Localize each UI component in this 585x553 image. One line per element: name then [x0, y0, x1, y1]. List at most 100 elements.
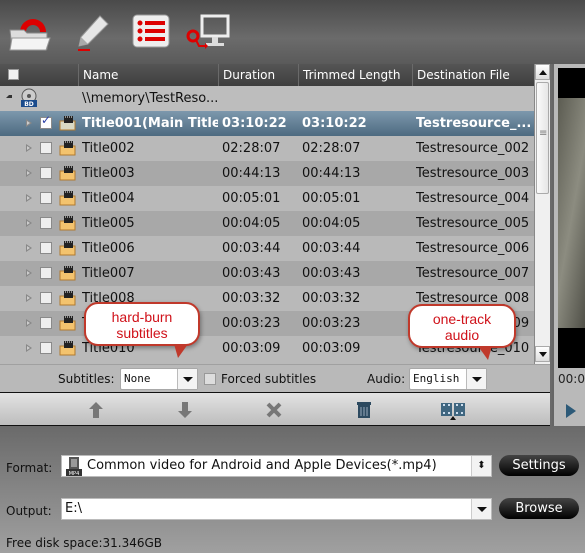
column-trimmed-length[interactable]: Trimmed Length [298, 64, 412, 86]
audio-select[interactable]: English [409, 368, 487, 390]
title-destination: Testresource_006 [416, 241, 530, 256]
screen-record-button[interactable] [184, 10, 230, 56]
expand-icon[interactable] [26, 119, 32, 127]
scroll-down-button[interactable] [535, 346, 550, 362]
chevron-down-icon[interactable] [466, 369, 486, 389]
subtitles-select[interactable]: None [120, 368, 198, 390]
play-icon[interactable] [566, 404, 576, 418]
table-row[interactable]: Title007 00:03:43 00:03:43 Testresource_007 [0, 261, 534, 286]
title-trimmed-length: 00:03:32 [302, 291, 361, 306]
title-trimmed-length: 00:05:01 [302, 191, 361, 206]
column-destination-file[interactable]: Destination File [412, 64, 534, 86]
row-checkbox[interactable] [40, 267, 52, 279]
film-folder-icon [59, 266, 76, 281]
title-duration: 00:03:44 [222, 241, 281, 256]
title-name: Title007 [82, 266, 135, 281]
list-scrollbar[interactable]: ≡ [534, 64, 550, 364]
svg-text:MP4: MP4 [69, 471, 80, 476]
row-checkbox[interactable] [40, 342, 52, 354]
title-trimmed-length: 00:03:43 [302, 266, 361, 281]
output-settings: Format: MP4 Common video for Android and… [0, 426, 585, 553]
forced-subtitles-label: Forced subtitles [221, 372, 317, 386]
title-trimmed-length: 03:10:22 [302, 116, 367, 131]
subtitles-value: None [124, 372, 151, 385]
row-checkbox[interactable] [40, 217, 52, 229]
expand-icon[interactable] [26, 294, 32, 302]
title-name: Title002 [82, 141, 135, 156]
output-label: Output: [6, 504, 52, 518]
chevron-down-icon[interactable] [471, 499, 491, 519]
column-duration[interactable]: Duration [218, 64, 298, 86]
trash-icon [357, 402, 371, 418]
open-folder-disc-icon [9, 19, 51, 51]
table-row[interactable]: Title006 00:03:44 00:03:44 Testresource_006 [0, 236, 534, 261]
remove-button[interactable] [264, 401, 284, 419]
title-trimmed-length: 00:03:23 [302, 316, 361, 331]
title-trimmed-length: 00:03:09 [302, 341, 361, 356]
row-checkbox[interactable] [40, 167, 52, 179]
film-folder-icon [59, 241, 76, 256]
row-checkbox[interactable] [40, 142, 52, 154]
delete-button[interactable] [354, 401, 374, 419]
monitor-icon [186, 14, 230, 49]
collapse-icon[interactable] [6, 95, 12, 98]
expand-icon[interactable] [26, 194, 32, 202]
chevron-down-icon[interactable] [177, 369, 197, 389]
spinner-icon[interactable]: ⬍ [471, 456, 491, 476]
disc-path: \\memory\TestReso... [82, 91, 219, 106]
title-destination: Testresource_005 [416, 216, 530, 231]
row-checkbox[interactable] [40, 242, 52, 254]
callout-text: one-track audio [432, 311, 492, 343]
select-all-checkbox[interactable] [8, 69, 19, 80]
expand-icon[interactable] [26, 219, 32, 227]
list-header: Name Duration Trimmed Length Destination… [0, 64, 534, 86]
row-checkbox[interactable] [40, 192, 52, 204]
track-options: Subtitles: None Forced subtitles Audio: … [0, 364, 550, 392]
column-name[interactable]: Name [78, 64, 218, 86]
callout-one-track-audio: one-track audio [408, 304, 516, 360]
format-value: Common video for Android and Apple Devic… [87, 458, 437, 473]
scroll-thumb[interactable]: ≡ [536, 82, 549, 194]
move-up-button[interactable] [86, 401, 106, 419]
table-row[interactable]: Title005 00:04:05 00:04:05 Testresource_005 [0, 211, 534, 236]
table-row[interactable]: Title004 00:05:01 00:05:01 Testresource_004 [0, 186, 534, 211]
expand-icon[interactable] [26, 169, 32, 177]
row-checkbox[interactable] [40, 292, 52, 304]
forced-subtitles-checkbox[interactable] [204, 373, 216, 385]
title-duration: 02:28:07 [222, 141, 281, 156]
task-list-button[interactable] [128, 10, 174, 56]
expand-icon[interactable] [26, 269, 32, 277]
film-folder-icon [59, 341, 76, 356]
output-path-input[interactable]: E:\ [61, 498, 492, 520]
load-disc-button[interactable] [6, 10, 52, 56]
format-select[interactable]: MP4 Common video for Android and Apple D… [61, 455, 492, 477]
scroll-up-button[interactable] [535, 64, 550, 80]
table-row[interactable]: Title003 00:44:13 00:44:13 Testresource_003 [0, 161, 534, 186]
expand-icon[interactable] [26, 319, 32, 327]
toolbar [0, 0, 585, 64]
table-row[interactable]: Title001(Main Title) 03:10:22 03:10:22 Test… [0, 111, 534, 136]
expand-icon[interactable] [26, 344, 32, 352]
title-duration: 00:04:05 [222, 216, 281, 231]
close-icon [266, 402, 282, 418]
edit-button[interactable] [70, 10, 116, 56]
film-folder-icon [59, 191, 76, 206]
preview-screen [558, 68, 585, 368]
expand-icon[interactable] [26, 244, 32, 252]
settings-button[interactable]: Settings [499, 455, 579, 476]
table-row[interactable]: Title002 02:28:07 02:28:07 Testresource_002 [0, 136, 534, 161]
audio-label: Audio: [367, 372, 406, 386]
title-destination: Testresource_002 [416, 141, 530, 156]
row-checkbox[interactable] [40, 317, 52, 329]
merge-button[interactable] [440, 401, 466, 420]
title-duration: 03:10:22 [222, 116, 287, 131]
title-destination: Testresource_003 [416, 166, 530, 181]
row-checkbox[interactable] [40, 113, 52, 129]
title-duration: 00:44:13 [222, 166, 281, 181]
title-trimmed-length: 02:28:07 [302, 141, 361, 156]
free-disk-space: Free disk space:31.346GB [6, 536, 163, 550]
expand-icon[interactable] [26, 144, 32, 152]
move-down-button[interactable] [175, 401, 195, 419]
browse-button[interactable]: Browse [499, 498, 579, 519]
disc-root-row[interactable]: BD \\memory\TestReso... [0, 86, 534, 111]
